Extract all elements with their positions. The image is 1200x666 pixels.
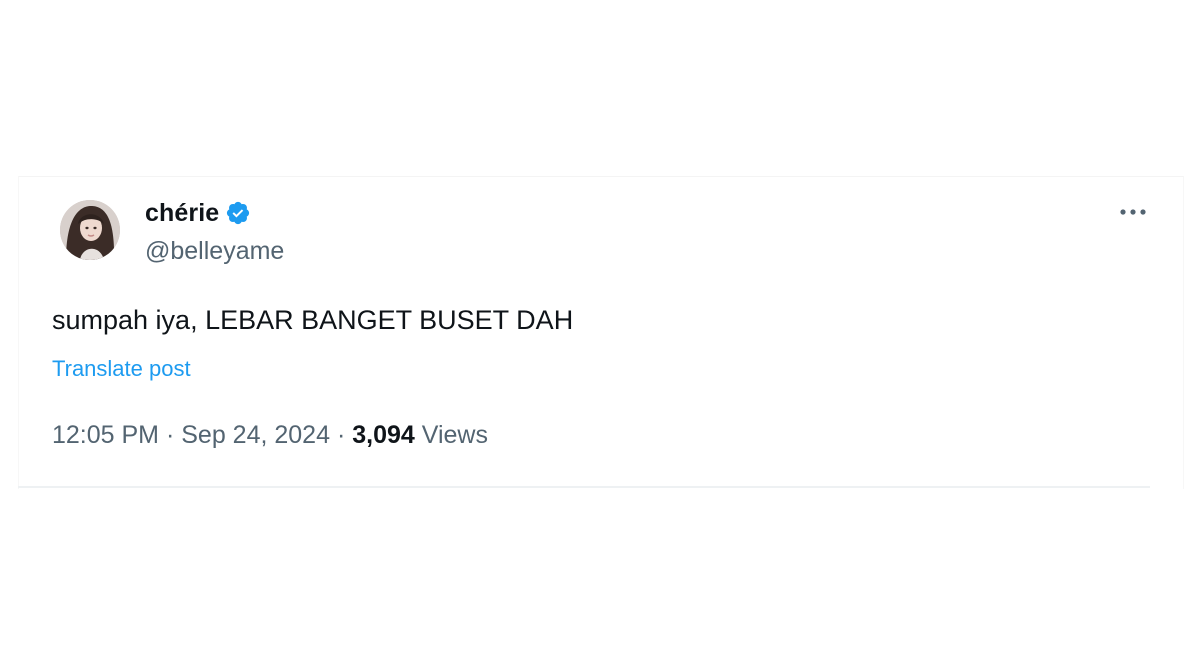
tweet-date[interactable]: Sep 24, 2024 bbox=[181, 421, 330, 449]
translate-post-link[interactable]: Translate post bbox=[52, 356, 191, 382]
avatar-image bbox=[60, 200, 120, 260]
page: chérie @belleyame sumpah iya, LEBAR BANG… bbox=[0, 0, 1200, 666]
tweet-card[interactable]: chérie @belleyame sumpah iya, LEBAR BANG… bbox=[18, 176, 1184, 489]
display-name[interactable]: chérie bbox=[145, 199, 219, 228]
verified-badge-icon[interactable] bbox=[225, 200, 251, 226]
tweet-text: sumpah iya, LEBAR BANGET BUSET DAH bbox=[52, 305, 574, 335]
meta-separator: · bbox=[336, 421, 353, 449]
tweet-meta: 12:05 PM · Sep 24, 2024 · 3,094 Views bbox=[52, 421, 488, 450]
author-handle[interactable]: @belleyame bbox=[145, 237, 284, 266]
more-options-button[interactable] bbox=[1113, 199, 1153, 225]
tweet-time[interactable]: 12:05 PM bbox=[52, 421, 159, 449]
views-count[interactable]: 3,094 bbox=[352, 421, 422, 449]
avatar[interactable] bbox=[60, 200, 120, 260]
views-label: Views bbox=[421, 421, 488, 449]
meta-separator: · bbox=[165, 421, 182, 449]
more-horizontal-icon bbox=[1120, 209, 1146, 215]
author-name-row: chérie bbox=[145, 197, 251, 229]
card-divider bbox=[18, 486, 1150, 488]
